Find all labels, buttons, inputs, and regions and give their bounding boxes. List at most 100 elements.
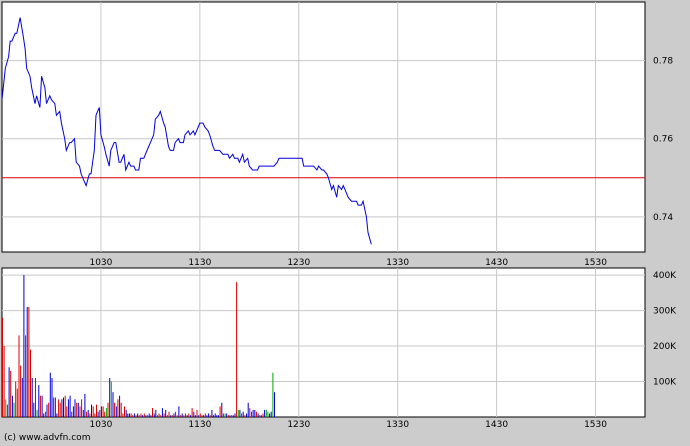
volume-bar (2, 317, 3, 417)
volume-bar (175, 411, 177, 417)
volume-bar (254, 409, 256, 417)
x-tick-label: 1530 (584, 258, 607, 268)
volume-bar (199, 413, 201, 417)
volume-bar (100, 406, 102, 417)
price-panel: 1030 1130 1230 1330 1430 1530 0.78 0.76 0.74 (1, 1, 673, 268)
volume-plot-area (1, 267, 646, 418)
x-tick-label: 1330 (386, 420, 409, 430)
volume-bar (188, 413, 190, 417)
volume-bar (264, 409, 266, 417)
volume-bar (153, 413, 155, 417)
y-tick-label: 0.78 (653, 57, 673, 67)
volume-bar (229, 415, 231, 417)
volume-bar (97, 411, 99, 417)
volume-bar (201, 415, 203, 417)
x-tick-label: 1430 (485, 420, 508, 430)
volume-bar (204, 413, 206, 417)
volume-bar (193, 411, 195, 417)
volume-bar (28, 307, 30, 417)
y-tick-label: 200K (653, 342, 677, 352)
volume-bar (183, 415, 185, 417)
volume-bar (39, 395, 41, 417)
volume-bar (43, 413, 45, 417)
volume-bar (102, 406, 104, 417)
y-tick-label: 300K (653, 307, 677, 317)
volume-bar (190, 415, 191, 417)
volume-bar (119, 395, 121, 417)
volume-bar (234, 413, 236, 417)
volume-bar (255, 411, 257, 417)
volume-bar (171, 415, 173, 417)
volume-bar (140, 413, 142, 417)
volume-bar (86, 411, 88, 417)
volume-bar (23, 275, 25, 417)
volume-bar (160, 415, 162, 417)
volume-bar (251, 411, 252, 417)
volume-bar (5, 399, 7, 417)
copyright-text: (c) www.advfn.com (4, 433, 91, 443)
volume-bar (89, 413, 91, 417)
price-plot-area (1, 1, 646, 253)
x-tick-label: 1130 (188, 420, 211, 430)
volume-bar (48, 402, 50, 417)
volume-bar (150, 415, 152, 417)
volume-bar (170, 415, 172, 417)
volume-bar (180, 415, 182, 417)
volume-bar (216, 415, 218, 417)
x-tick-label: 1230 (287, 420, 310, 430)
volume-bar (214, 413, 216, 417)
volume-bar (231, 415, 233, 417)
volume-bar (203, 415, 205, 417)
volume-bar (33, 402, 35, 417)
volume-bar (181, 413, 183, 417)
volume-bar (143, 413, 145, 417)
volume-bar (165, 409, 167, 417)
volume-bar (196, 409, 198, 417)
volume-bar (178, 406, 180, 417)
volume-bar (241, 413, 243, 417)
volume-bar (198, 415, 200, 417)
volume-bar (31, 378, 33, 417)
volume-bar (147, 415, 149, 417)
volume-bar (148, 413, 150, 417)
volume-bar (152, 408, 153, 417)
volume-bar (173, 413, 175, 417)
volume-bar (145, 415, 147, 417)
volume-bar (66, 406, 68, 417)
volume-bar (92, 406, 94, 417)
x-tick-label: 1330 (386, 258, 409, 268)
volume-bar (157, 415, 158, 417)
volume-bar (38, 385, 40, 417)
volume-bar (41, 395, 43, 417)
volume-bar (21, 378, 23, 417)
volume-bar (227, 415, 229, 417)
volume-bar (115, 406, 117, 417)
volume-bar (252, 409, 254, 417)
volume-bar (142, 415, 144, 417)
volume-bar (155, 409, 157, 417)
volume-bar (137, 413, 139, 417)
volume-bar (59, 402, 61, 417)
volume-bar (46, 404, 48, 417)
volume-bar (58, 399, 60, 417)
volume-bar (262, 413, 264, 417)
volume-bar (71, 411, 73, 417)
volume-bar (51, 378, 53, 417)
volume-bar (267, 411, 269, 417)
volume-bar (125, 409, 127, 417)
volume-bar (74, 399, 76, 417)
volume-bar (13, 402, 15, 417)
volume-bar (269, 413, 271, 417)
volume-bar (63, 397, 64, 417)
volume-bar (270, 411, 272, 417)
volume-bar (237, 409, 239, 417)
volume-bar (109, 378, 111, 417)
volume-bar (112, 392, 114, 417)
volume-bar (244, 415, 246, 417)
volume-bar (274, 392, 275, 417)
volume-bar (81, 399, 83, 417)
volume-bar (272, 372, 274, 417)
volume-bar (15, 381, 17, 417)
volume-bar (6, 404, 8, 417)
volume-bar (185, 413, 186, 417)
